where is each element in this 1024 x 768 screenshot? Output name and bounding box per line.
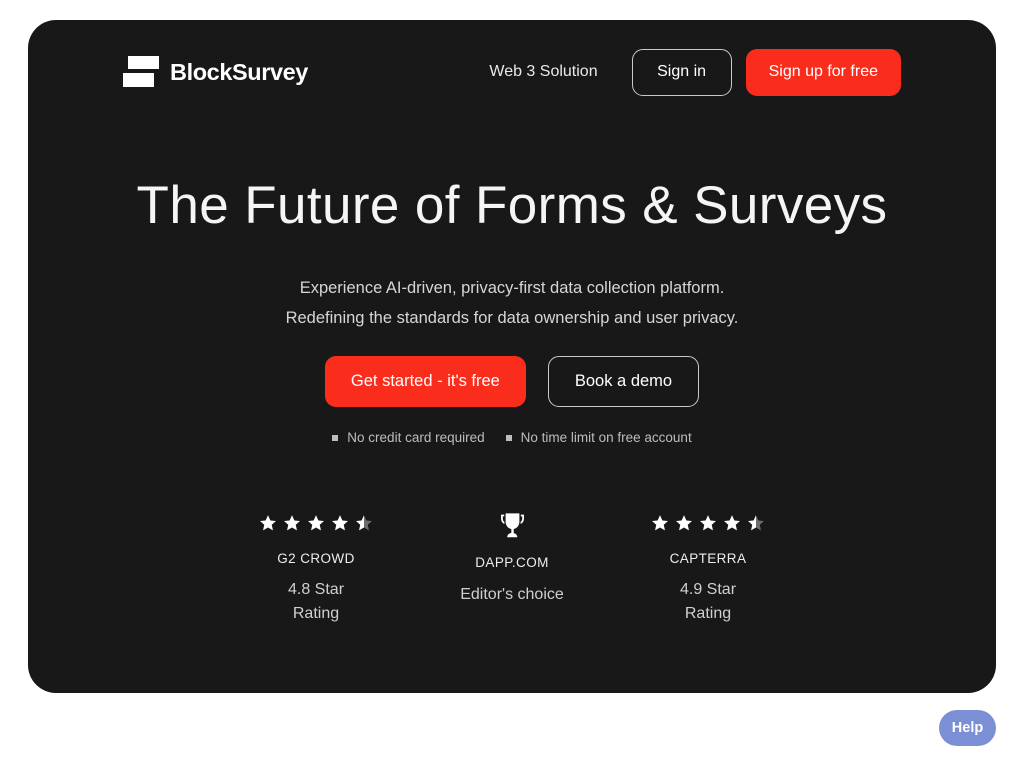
badge-subtitle-line-2: Rating <box>292 605 340 622</box>
star-icon <box>308 515 324 531</box>
star-rating-icon <box>218 510 414 536</box>
brand-logo[interactable]: BlockSurvey <box>123 55 308 89</box>
star-icon <box>284 515 300 531</box>
badge-subtitle: 4.8 Star Rating <box>218 578 414 626</box>
get-started-button[interactable]: Get started - it's free <box>324 356 526 407</box>
nav-link-web3-solution[interactable]: Web 3 Solution <box>489 63 597 81</box>
square-bullet-icon <box>332 434 339 441</box>
badge-subtitle-line-2: Rating <box>684 605 732 622</box>
site-header: BlockSurvey Web 3 Solution Sign in Sign … <box>28 44 996 100</box>
trophy-glyph-icon <box>500 513 524 538</box>
header-nav: Web 3 Solution Sign in Sign up for free <box>489 48 901 96</box>
star-icon <box>652 515 668 531</box>
badge-subtitle-line-1: Editor's choice <box>460 586 564 603</box>
badge-subtitle: Editor's choice <box>414 583 610 607</box>
badge-subtitle: 4.9 Star Rating <box>610 578 806 626</box>
hero-subheading-line-2: Redefining the standards for data owners… <box>285 309 739 327</box>
star-rating-icon <box>610 510 806 536</box>
star-icon <box>260 515 276 531</box>
star-half-icon <box>748 515 764 531</box>
hero-subheading: Experience AI-driven, privacy-first data… <box>28 273 996 333</box>
badge-subtitle-line-1: 4.8 Star <box>287 581 345 598</box>
star-icon <box>676 515 692 531</box>
star-icon <box>724 515 740 531</box>
perks-list: No credit card required No time limit on… <box>28 430 996 445</box>
sign-up-button[interactable]: Sign up for free <box>745 48 901 96</box>
badge-title: DAPP.COM <box>475 555 549 570</box>
sign-in-button[interactable]: Sign in <box>631 48 732 96</box>
star-half-icon <box>356 515 372 531</box>
square-bullet-icon <box>505 434 512 441</box>
page-title: The Future of Forms & Surveys <box>136 176 888 235</box>
blocksurvey-bars-logo-icon <box>123 55 159 89</box>
brand-name: BlockSurvey <box>170 58 308 85</box>
rating-badges: G2 CROWD 4.8 Star Rating DAPP.COM Editor… <box>28 510 996 626</box>
badge-dapp-com: DAPP.COM Editor's choice <box>414 510 610 607</box>
hero-card: BlockSurvey Web 3 Solution Sign in Sign … <box>28 20 996 693</box>
perk-item: No credit card required <box>332 430 485 445</box>
perk-label: No credit card required <box>347 430 485 445</box>
hero-subheading-line-1: Experience AI-driven, privacy-first data… <box>299 279 725 297</box>
perk-label: No time limit on free account <box>520 430 692 445</box>
help-button[interactable]: Help <box>939 710 996 746</box>
star-icon <box>332 515 348 531</box>
book-a-demo-button[interactable]: Book a demo <box>547 356 700 407</box>
badge-subtitle-line-1: 4.9 Star <box>679 581 737 598</box>
badge-capterra: CAPTERRA 4.9 Star Rating <box>610 510 806 626</box>
badge-title: G2 CROWD <box>277 551 355 566</box>
badge-g2-crowd: G2 CROWD 4.8 Star Rating <box>218 510 414 626</box>
cta-row: Get started - it's free Book a demo <box>28 356 996 407</box>
trophy-icon <box>414 510 610 544</box>
star-icon <box>700 515 716 531</box>
badge-title: CAPTERRA <box>669 551 747 566</box>
perk-item: No time limit on free account <box>505 430 692 445</box>
